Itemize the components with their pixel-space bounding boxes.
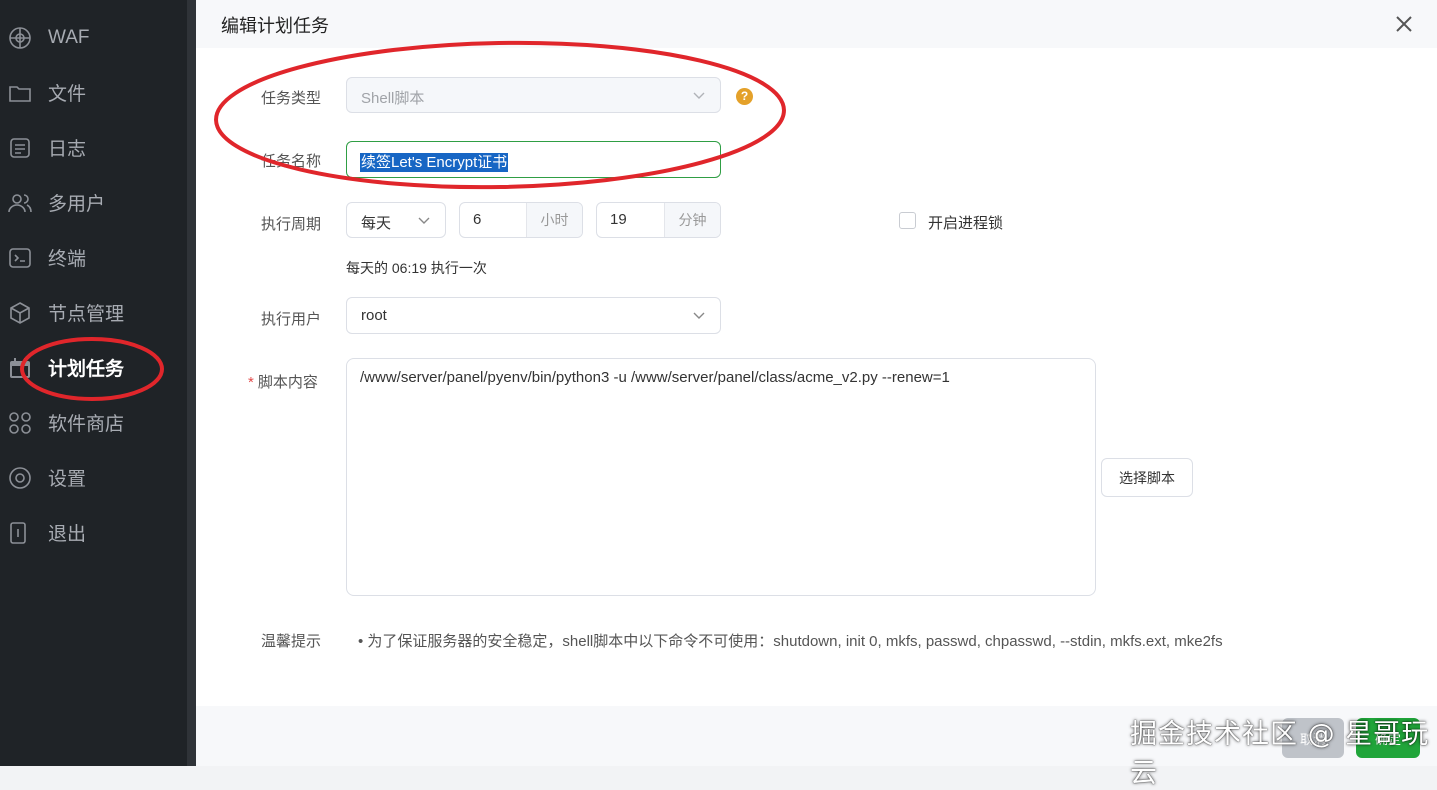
close-icon[interactable] — [1389, 9, 1419, 39]
user-select[interactable]: root — [346, 297, 721, 334]
sidebar-item-label: 退出 — [48, 524, 87, 545]
sidebar-item-terminal[interactable]: 终端 — [0, 230, 187, 285]
hour-value: 6 — [473, 211, 482, 228]
sidebar-item-settings[interactable]: 设置 — [0, 450, 187, 505]
frequency-value: 每天 — [361, 215, 392, 232]
sidebar-item-label: 软件商店 — [48, 414, 125, 435]
sidebar-item-waf[interactable]: WAF — [0, 10, 187, 65]
tips-label: 温馨提示 — [261, 633, 322, 650]
process-lock-label[interactable]: 开启进程锁 — [928, 212, 1003, 233]
script-textarea[interactable]: /www/server/panel/pyenv/bin/python3 -u /… — [346, 358, 1096, 596]
hour-unit: 小时 — [526, 203, 582, 237]
sidebar-item-label: 日志 — [48, 139, 87, 160]
frequency-select[interactable]: 每天 — [346, 202, 446, 238]
apps-icon — [8, 411, 32, 435]
task-name-value: 续签Let's Encrypt证书 — [360, 153, 509, 172]
watermark: 掘金技术社区 @ 星哥玩云 — [1130, 719, 1430, 789]
period-summary: 每天的 06:19 执行一次 — [346, 260, 487, 276]
calendar-icon — [8, 356, 32, 380]
dialog-title: 编辑计划任务 — [221, 16, 329, 36]
task-type-value: Shell脚本 — [361, 90, 425, 107]
sidebar-item-label: 计划任务 — [48, 359, 125, 380]
tips-text: • 为了保证服务器的安全稳定，shell脚本中以下命令不可使用：shutdown… — [358, 633, 1223, 650]
sidebar-item-cron[interactable]: 计划任务 — [0, 340, 187, 395]
folder-icon — [8, 81, 32, 105]
chevron-down-icon — [692, 308, 706, 322]
task-type-label: 任务类型 — [261, 90, 322, 107]
terminal-icon — [8, 246, 32, 270]
sidebar-item-users[interactable]: 多用户 — [0, 175, 187, 230]
edit-cron-dialog: 编辑计划任务 任务类型 Shell脚本 ? 任务名称 续签Let's Encry… — [196, 0, 1437, 766]
process-lock-checkbox[interactable] — [899, 212, 916, 229]
task-name-input[interactable]: 续签Let's Encrypt证书 — [346, 141, 721, 178]
period-label: 执行周期 — [261, 216, 322, 233]
sidebar-item-label: 终端 — [48, 249, 87, 270]
sidebar-scrollbar[interactable] — [187, 0, 196, 766]
hour-input[interactable]: 6 小时 — [459, 202, 583, 238]
sidebar-item-files[interactable]: 文件 — [0, 65, 187, 120]
settings-icon — [8, 466, 32, 490]
choose-script-button[interactable]: 选择脚本 — [1101, 458, 1193, 497]
user-value: root — [361, 307, 387, 324]
task-name-label: 任务名称 — [261, 153, 322, 170]
sidebar-item-nodes[interactable]: 节点管理 — [0, 285, 187, 340]
cube-icon — [8, 301, 32, 325]
sidebar: WAF 文件 日志 多用户 终端 节点管理 计划任务 软件商店 设置 退出 — [0, 0, 187, 766]
sidebar-item-logs[interactable]: 日志 — [0, 120, 187, 175]
script-value: /www/server/panel/pyenv/bin/python3 -u /… — [360, 369, 950, 386]
sidebar-item-label: WAF — [48, 26, 90, 48]
minute-unit: 分钟 — [664, 203, 720, 237]
sidebar-item-label: 节点管理 — [48, 304, 125, 325]
dialog-header: 编辑计划任务 — [196, 0, 1437, 48]
chevron-down-icon — [692, 88, 706, 102]
sidebar-item-store[interactable]: 软件商店 — [0, 395, 187, 450]
task-type-select[interactable]: Shell脚本 — [346, 77, 721, 113]
shield-icon — [8, 26, 32, 50]
sidebar-item-label: 多用户 — [48, 194, 106, 215]
help-icon[interactable]: ? — [736, 88, 753, 105]
logout-icon — [8, 521, 32, 545]
minute-input[interactable]: 19 分钟 — [596, 202, 721, 238]
required-mark: * — [248, 374, 254, 391]
sidebar-item-logout[interactable]: 退出 — [0, 505, 187, 560]
users-icon — [8, 191, 32, 215]
sidebar-item-label: 设置 — [48, 469, 87, 490]
chevron-down-icon — [417, 213, 431, 227]
script-label-text: 脚本内容 — [257, 374, 318, 391]
script-label: * 脚本内容 — [248, 371, 318, 392]
minute-value: 19 — [610, 211, 627, 228]
sidebar-item-label: 文件 — [48, 84, 87, 105]
user-label: 执行用户 — [261, 311, 322, 328]
log-icon — [8, 136, 32, 160]
